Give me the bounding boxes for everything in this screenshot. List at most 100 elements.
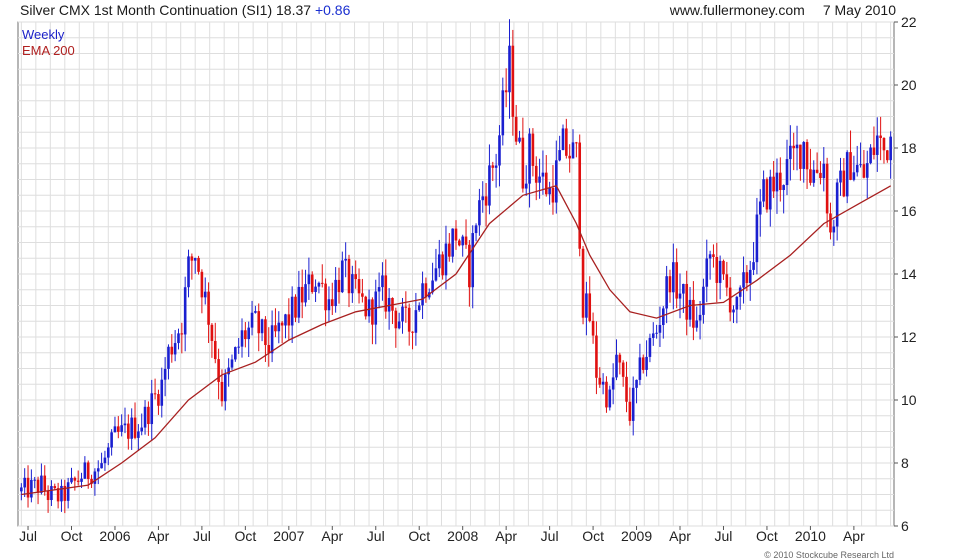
price-bar xyxy=(330,299,334,307)
price-bar xyxy=(595,335,598,378)
price-bar xyxy=(862,164,866,178)
x-tick-label: Jul xyxy=(367,528,385,544)
price-bar xyxy=(879,135,882,138)
price-bar xyxy=(682,283,685,294)
price-bar xyxy=(488,165,491,206)
price-bar xyxy=(635,379,638,388)
price-bar xyxy=(33,479,37,481)
price-bar xyxy=(237,346,240,348)
price-bar xyxy=(551,187,555,203)
price-bar xyxy=(889,136,892,161)
price-bar xyxy=(852,172,856,180)
price-bar xyxy=(855,164,859,173)
price-bar xyxy=(310,274,314,292)
price-bar xyxy=(468,244,471,288)
price-bar xyxy=(508,45,511,93)
price-bar xyxy=(588,293,592,321)
price-chart: 6 8 10 12 14 16 18 20 22 Jul Oct 2006 Apr Jul Oct 2007… xyxy=(17,14,917,544)
price-bar xyxy=(815,169,819,173)
price-bar xyxy=(371,299,374,325)
price-bar xyxy=(66,482,70,501)
price-bar xyxy=(591,320,595,336)
price-bar xyxy=(772,176,775,192)
price-bar xyxy=(524,183,528,189)
price-bar xyxy=(782,185,785,191)
price-bar xyxy=(471,233,475,288)
price-bar xyxy=(802,142,806,169)
x-tick-label: 2006 xyxy=(99,528,130,544)
price-bar xyxy=(869,147,872,164)
price-bar xyxy=(193,257,197,261)
price-bar xyxy=(585,293,588,318)
price-bar xyxy=(36,479,40,493)
price-bar xyxy=(872,147,876,155)
price-bar xyxy=(464,236,468,245)
price-bar xyxy=(859,164,862,166)
price-bar xyxy=(484,196,488,206)
price-bar xyxy=(234,347,237,360)
price-bar xyxy=(621,362,625,377)
y-tick-label: 12 xyxy=(901,329,917,345)
price-bar xyxy=(197,257,200,272)
price-bar xyxy=(244,330,247,340)
price-bar xyxy=(504,90,508,93)
price-bar xyxy=(531,133,535,166)
price-bar xyxy=(688,299,692,320)
price-bar xyxy=(779,172,782,191)
price-bar xyxy=(123,423,127,426)
price-bar xyxy=(668,276,672,293)
price-bar xyxy=(344,258,347,261)
price-bar xyxy=(628,401,632,421)
price-bar xyxy=(113,426,117,433)
price-bar xyxy=(290,296,294,326)
price-bar xyxy=(561,128,565,151)
price-bar xyxy=(785,159,789,186)
price-bar xyxy=(705,258,709,287)
price-bar xyxy=(558,150,561,161)
price-bar xyxy=(695,320,699,328)
price-bar xyxy=(698,314,702,321)
price-bar xyxy=(678,293,682,299)
price-bar xyxy=(712,254,715,257)
price-bar xyxy=(618,354,622,363)
price-bar xyxy=(835,182,839,227)
x-tick-label: 2008 xyxy=(447,528,478,544)
x-tick-label: Jul xyxy=(541,528,559,544)
price-bar xyxy=(103,457,107,464)
price-bar xyxy=(625,376,628,402)
price-bar xyxy=(200,271,204,298)
price-bar xyxy=(474,225,478,234)
price-bar xyxy=(461,236,464,246)
price-bar xyxy=(886,150,889,161)
price-bar xyxy=(498,135,501,166)
price-bar xyxy=(581,248,585,318)
price-bar xyxy=(501,90,505,136)
price-bar xyxy=(23,477,26,488)
price-bar xyxy=(254,311,257,313)
price-bar xyxy=(347,258,351,294)
price-bar xyxy=(110,432,113,448)
price-bar xyxy=(367,299,371,317)
y-tick-label: 18 xyxy=(901,140,917,156)
price-bar xyxy=(177,333,180,344)
price-bar xyxy=(167,346,170,369)
price-bar xyxy=(230,359,234,368)
price-bar xyxy=(40,475,43,493)
price-bar xyxy=(842,170,846,197)
price-bar xyxy=(73,477,77,481)
x-tick-label: 2010 xyxy=(795,528,826,544)
price-bar xyxy=(829,213,832,233)
price-bar xyxy=(53,486,57,489)
price-bar xyxy=(250,312,254,328)
y-tick-label: 16 xyxy=(901,203,917,219)
price-bar xyxy=(223,374,227,402)
price-bar xyxy=(822,163,826,179)
price-bar xyxy=(317,282,321,287)
price-bar xyxy=(140,427,144,432)
copyright-note: © 2010 Stockcube Research Ltd xyxy=(764,550,894,560)
price-bar xyxy=(287,314,291,326)
price-bar xyxy=(538,176,541,183)
price-bar xyxy=(284,314,287,326)
price-bar xyxy=(541,172,545,177)
price-bar xyxy=(615,354,618,378)
